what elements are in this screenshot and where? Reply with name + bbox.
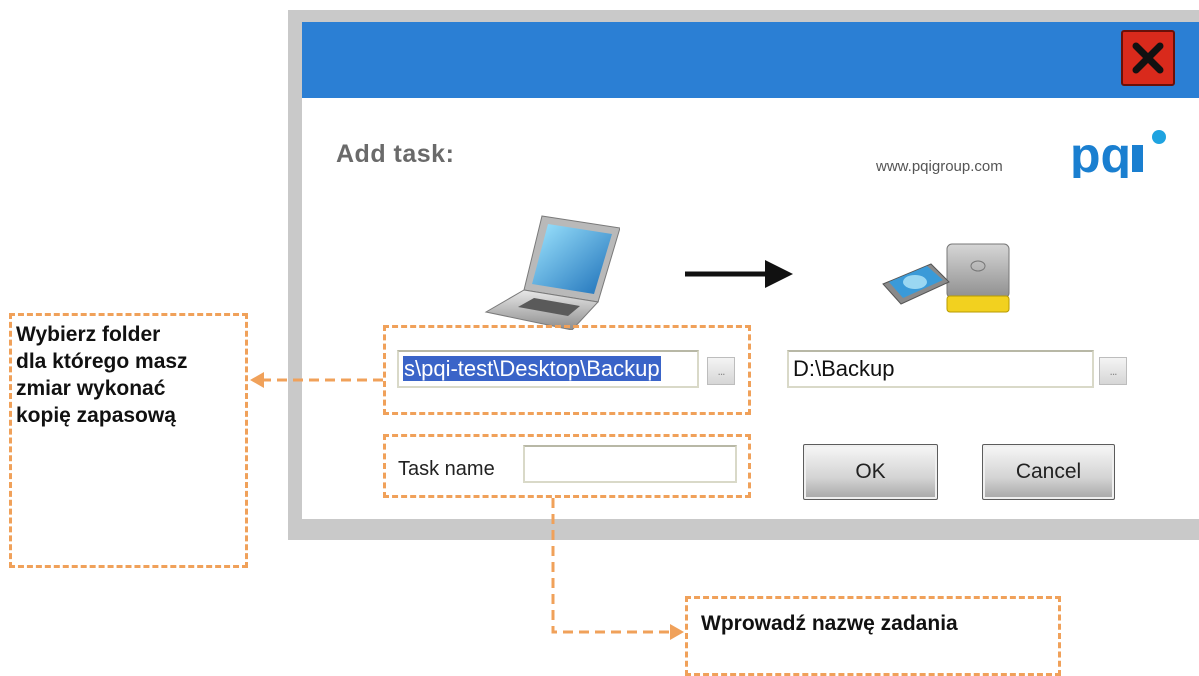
annotation-connectors [250, 372, 684, 640]
task-connector-arrowhead [670, 624, 684, 640]
task-connector-line [551, 498, 672, 634]
folder-connector-arrowhead [250, 372, 264, 388]
